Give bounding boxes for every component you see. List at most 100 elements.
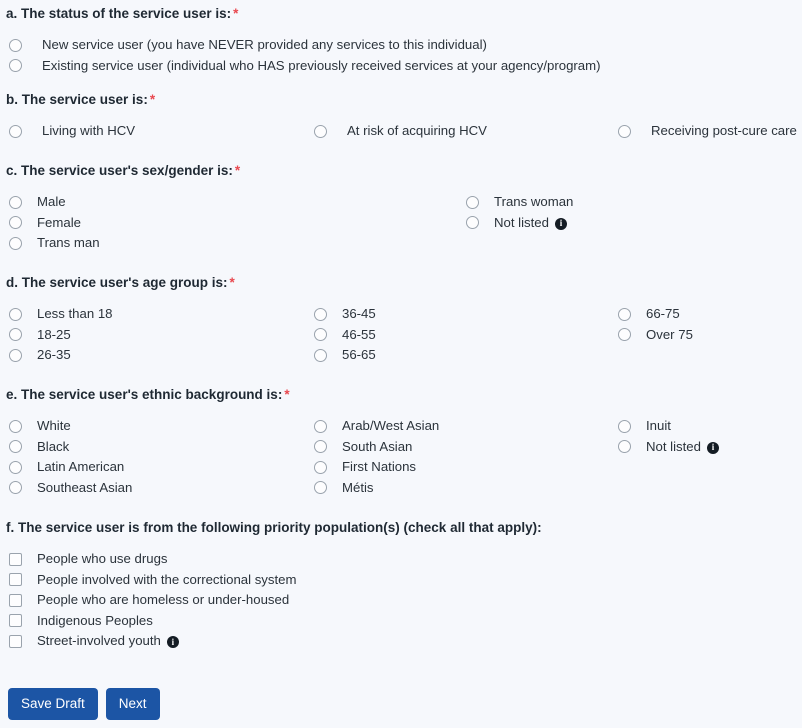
option-label: Indigenous Peoples (37, 612, 153, 628)
question-b-heading-text: b. The service user is: (6, 92, 148, 107)
option-label: Female (37, 214, 81, 230)
radio-icon[interactable] (9, 307, 22, 321)
option-a-new-service-user[interactable]: New service user (you have NEVER provide… (0, 35, 601, 56)
info-icon-glyph: i (711, 442, 715, 453)
radio-icon[interactable] (618, 307, 631, 321)
checkbox-icon[interactable] (9, 593, 22, 607)
option-label: Arab/West Asian (342, 418, 440, 434)
question-c-heading: c. The service user's sex/gender is: * (0, 163, 240, 179)
option-e-black[interactable]: Black (9, 437, 132, 458)
option-label: 18-25 (37, 326, 71, 342)
option-label: At risk of acquiring HCV (347, 123, 487, 139)
info-icon-glyph: i (171, 636, 175, 647)
option-label: Receiving post-cure care (651, 123, 797, 139)
radio-icon[interactable] (618, 328, 631, 342)
checkbox-icon[interactable] (9, 614, 22, 628)
radio-icon[interactable] (466, 195, 479, 209)
radio-icon[interactable] (9, 124, 22, 138)
option-e-south-asian[interactable]: South Asian (314, 437, 439, 458)
radio-icon[interactable] (9, 481, 22, 495)
option-label: Less than 18 (37, 306, 113, 322)
radio-icon[interactable] (314, 348, 327, 362)
radio-icon[interactable] (9, 419, 22, 433)
option-c-trans-man[interactable]: Trans man (9, 233, 100, 254)
radio-icon[interactable] (9, 59, 22, 73)
radio-icon[interactable] (314, 328, 327, 342)
radio-icon[interactable] (314, 460, 327, 474)
option-d-46-55[interactable]: 46-55 (314, 325, 376, 346)
question-c-column-1: Male Female Trans man (9, 192, 100, 254)
info-icon[interactable]: i (166, 636, 179, 649)
option-d-66-75[interactable]: 66-75 (618, 304, 693, 325)
info-icon[interactable]: i (554, 217, 567, 230)
option-b-receiving-post-cure-care[interactable]: Receiving post-cure care (618, 121, 797, 142)
option-b-at-risk-of-acquiring-hcv[interactable]: At risk of acquiring HCV (314, 121, 487, 142)
option-d-over-75[interactable]: Over 75 (618, 325, 693, 346)
radio-icon[interactable] (9, 38, 22, 52)
option-c-trans-woman[interactable]: Trans woman (466, 192, 573, 213)
checkbox-f-indigenous-peoples[interactable]: Indigenous Peoples (9, 611, 542, 632)
radio-icon[interactable] (9, 216, 22, 230)
radio-icon[interactable] (466, 216, 479, 230)
radio-icon[interactable] (9, 460, 22, 474)
radio-icon[interactable] (314, 307, 327, 321)
option-d-56-65[interactable]: 56-65 (314, 345, 376, 366)
required-asterisk: * (233, 6, 239, 21)
option-e-white[interactable]: White (9, 416, 132, 437)
checkbox-f-street-involved-youth[interactable]: Street-involved youth i (9, 631, 542, 652)
question-b: b. The service user is: * Living with HCV… (0, 92, 797, 142)
radio-icon[interactable] (9, 440, 22, 454)
option-d-36-45[interactable]: 36-45 (314, 304, 376, 325)
option-e-inuit[interactable]: Inuit (618, 416, 719, 437)
option-e-not-listed[interactable]: Not listed i (618, 437, 719, 458)
option-d-less-than-18[interactable]: Less than 18 (9, 304, 113, 325)
radio-icon[interactable] (618, 419, 631, 433)
checkbox-f-correctional-system[interactable]: People involved with the correctional sy… (9, 570, 542, 591)
question-f-heading: f. The service user is from the followin… (0, 520, 542, 536)
option-c-male[interactable]: Male (9, 192, 100, 213)
option-b-living-with-hcv[interactable]: Living with HCV (9, 121, 135, 142)
radio-icon[interactable] (314, 440, 327, 454)
question-d-heading: d. The service user's age group is: * (0, 275, 235, 291)
option-d-18-25[interactable]: 18-25 (9, 325, 113, 346)
radio-icon[interactable] (314, 481, 327, 495)
option-e-first-nations[interactable]: First Nations (314, 457, 439, 478)
option-a-existing-service-user[interactable]: Existing service user (individual who HA… (0, 56, 601, 77)
option-c-not-listed[interactable]: Not listed i (466, 213, 573, 234)
question-c: c. The service user's sex/gender is: * Ma… (0, 163, 573, 255)
save-draft-button[interactable]: Save Draft (8, 688, 98, 720)
option-d-26-35[interactable]: 26-35 (9, 345, 113, 366)
option-e-latin-american[interactable]: Latin American (9, 457, 132, 478)
checkbox-icon[interactable] (9, 573, 22, 587)
question-e-column-2: Arab/West Asian South Asian First Nation… (314, 416, 439, 498)
info-icon[interactable]: i (706, 441, 719, 454)
radio-icon[interactable] (314, 124, 327, 138)
option-label: 56-65 (342, 347, 376, 363)
question-d-heading-text: d. The service user's age group is: (6, 275, 228, 290)
option-label: People who are homeless or under-housed (37, 592, 290, 608)
checkbox-f-people-who-use-drugs[interactable]: People who use drugs (9, 549, 542, 570)
checkbox-f-homeless-or-under-housed[interactable]: People who are homeless or under-housed (9, 590, 542, 611)
question-c-column-2: Trans woman Not listed i (466, 192, 573, 233)
info-icon-glyph: i (559, 218, 563, 229)
option-c-female[interactable]: Female (9, 213, 100, 234)
question-d-column-3: 66-75 Over 75 (618, 304, 693, 345)
next-button[interactable]: Next (105, 688, 160, 720)
option-e-metis[interactable]: Métis (314, 478, 439, 499)
radio-icon[interactable] (314, 419, 327, 433)
radio-icon[interactable] (9, 195, 22, 209)
question-b-column-3: Receiving post-cure care (618, 121, 797, 142)
question-d-options: Less than 18 18-25 26-35 36-45 46-55 56-… (0, 304, 693, 367)
option-e-arab-west-asian[interactable]: Arab/West Asian (314, 416, 439, 437)
option-e-southeast-asian[interactable]: Southeast Asian (9, 478, 132, 499)
option-label: South Asian (342, 438, 413, 454)
question-a: a. The status of the service user is: * N… (0, 6, 601, 76)
checkbox-icon[interactable] (9, 634, 22, 648)
checkbox-icon[interactable] (9, 552, 22, 566)
radio-icon[interactable] (9, 328, 22, 342)
radio-icon[interactable] (9, 348, 22, 362)
radio-icon[interactable] (9, 236, 22, 250)
option-label: Latin American (37, 459, 125, 475)
radio-icon[interactable] (618, 440, 631, 454)
radio-icon[interactable] (618, 124, 631, 138)
